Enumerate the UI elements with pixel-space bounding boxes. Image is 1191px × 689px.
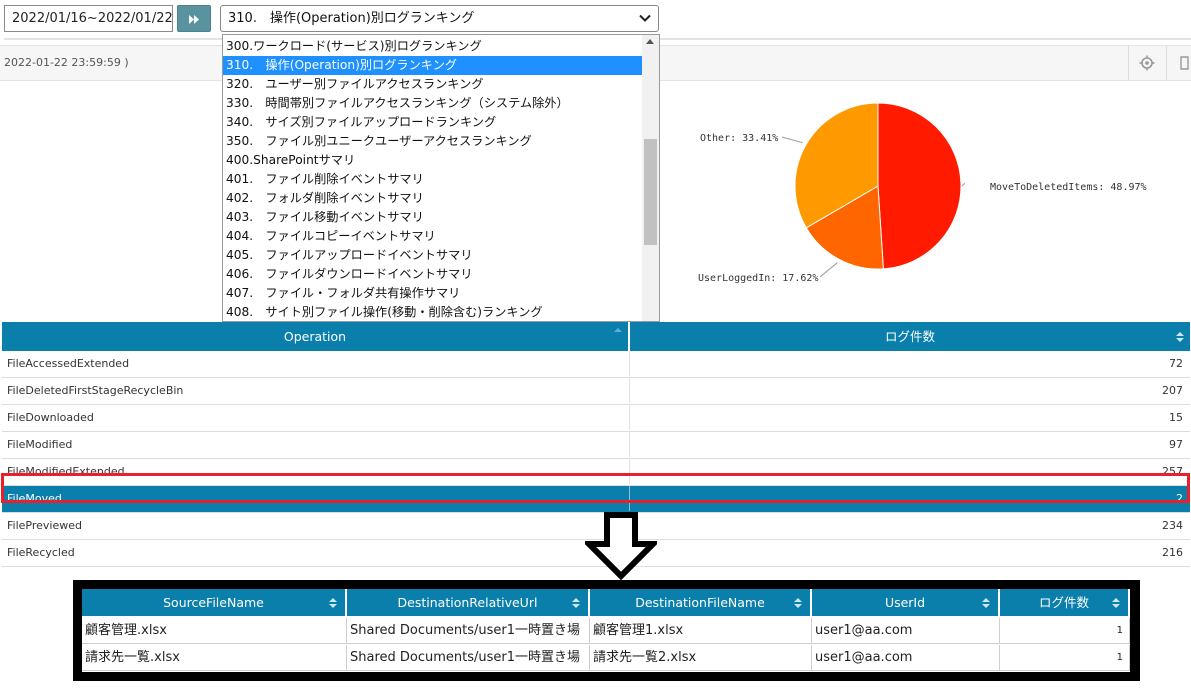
detail-col-header[interactable]: UserId [812, 589, 1000, 616]
detail-col-header-label: DestinationFileName [635, 595, 765, 610]
detail-col-header[interactable]: DestinationFileName [590, 589, 812, 616]
report-dropdown-list[interactable]: 300.ワークロード(サービス)別ログランキング 310. 操作(Operatio… [222, 34, 660, 322]
down-arrow-icon [585, 512, 657, 580]
operation-cell: FileAccessedExtended [7, 357, 130, 370]
detail-col-header-label: SourceFileName [163, 595, 264, 610]
operation-pie-chart: MoveToDeletedItems: 48.97% UserLoggedIn: … [698, 102, 1147, 284]
pie-slice-label: Other: 33.41% [700, 133, 778, 144]
table-row[interactable]: FileModified 97 [2, 432, 1190, 459]
dropdown-option[interactable]: 330. 時間帯別ファイルアクセスランキング（システム除外） [223, 94, 659, 113]
table-row[interactable]: FileDeletedFirstStageRecycleBin 207 [2, 378, 1190, 405]
detail-cell: Shared Documents/user1一時置き場 [347, 618, 590, 644]
operation-cell: FilePreviewed [7, 519, 82, 532]
col-header-operation-label: Operation [283, 329, 347, 344]
dropdown-option[interactable]: 401. ファイル削除イベントサマリ [223, 170, 659, 189]
dropdown-option[interactable]: 405. ファイルアップロードイベントサマリ [223, 246, 659, 265]
detail-cell: user1@aa.com [812, 645, 1000, 671]
sort-asc-icon[interactable] [614, 327, 622, 339]
detail-cell: 顧客管理.xlsx [82, 618, 347, 644]
pie-slice-label: UserLoggedIn: 17.62% [698, 273, 818, 284]
chevron-down-icon [639, 14, 651, 22]
operation-cell: FileModified [7, 438, 73, 451]
sort-icon[interactable] [1112, 597, 1120, 609]
col-header-count[interactable]: ログ件数 [630, 322, 1190, 351]
detail-cell: 請求先一覧.xlsx [82, 645, 347, 671]
count-cell: 97 [629, 432, 1186, 457]
date-range-input[interactable]: 2022/01/16~2022/01/22 [4, 5, 173, 32]
dropdown-option[interactable]: 320. ユーザー別ファイルアクセスランキング [223, 75, 659, 94]
detail-cell: 顧客管理1.xlsx [590, 618, 812, 644]
detail-col-header-label: DestinationRelativeUrl [397, 595, 538, 610]
gear-icon [1139, 55, 1155, 71]
detail-cell: user1@aa.com [812, 618, 1000, 644]
dropdown-option[interactable]: 407. ファイル・フォルダ共有操作サマリ [223, 284, 659, 303]
sort-icon[interactable] [329, 597, 337, 609]
table-row[interactable]: FileDownloaded 15 [2, 405, 1190, 432]
detail-col-header-label: UserId [884, 595, 926, 610]
detail-col-header[interactable]: ログ件数 [1000, 589, 1130, 616]
dropdown-scrollbar[interactable] [642, 35, 659, 321]
report-select-value: 310. 操作(Operation)別ログランキング [228, 11, 475, 26]
count-cell: 216 [629, 540, 1186, 565]
dropdown-option[interactable]: 403. ファイル移動イベントサマリ [223, 208, 659, 227]
detail-cell: Shared Documents/user1一時置き場 [347, 645, 590, 671]
fast-forward-icon [189, 15, 199, 24]
selected-row-highlight [1, 473, 1190, 503]
col-header-count-label: ログ件数 [884, 329, 935, 344]
pie-slice-label: MoveToDeletedItems: 48.97% [990, 182, 1147, 193]
document-icon [1180, 56, 1189, 70]
operation-cell: FileRecycled [7, 546, 75, 559]
dropdown-option[interactable]: 404. ファイルコピーイベントサマリ [223, 227, 659, 246]
pie-label-line [781, 136, 803, 144]
col-header-operation[interactable]: Operation [2, 322, 630, 351]
dropdown-option[interactable]: 350. ファイル別ユニークユーザーアクセスランキング [223, 132, 659, 151]
pie-slice[interactable] [877, 102, 962, 270]
count-cell: 72 [629, 351, 1186, 376]
report-select[interactable]: 310. 操作(Operation)別ログランキング [220, 5, 659, 32]
detail-table: SourceFileName DestinationRelativeUrl Dest… [82, 589, 1130, 672]
count-cell: 234 [629, 513, 1186, 538]
detail-col-header-label: ログ件数 [1038, 595, 1089, 610]
scroll-up-icon[interactable] [646, 39, 654, 44]
count-cell: 15 [629, 405, 1186, 430]
sort-icon[interactable] [794, 597, 802, 609]
table-header: Operation ログ件数 [2, 322, 1190, 351]
sort-icon[interactable] [572, 597, 580, 609]
pie-label-line [819, 262, 838, 278]
dropdown-option[interactable]: 408. サイト別ファイル操作(移動・削除含む)ランキング [223, 303, 659, 321]
dropdown-option[interactable]: 300.ワークロード(サービス)別ログランキング [223, 37, 659, 56]
dropdown-option[interactable]: 400.SharePointサマリ [223, 151, 659, 170]
operation-cell: FileDownloaded [7, 411, 94, 424]
period-timestamp: 2022-01-22 23:59:59 ) [4, 56, 129, 69]
detail-col-header[interactable]: DestinationRelativeUrl [347, 589, 590, 616]
detail-cell: 1 [1000, 645, 1130, 671]
operation-cell: FileDeletedFirstStageRecycleBin [7, 384, 184, 397]
settings-button[interactable] [1128, 46, 1165, 80]
scrollbar-thumb[interactable] [644, 139, 657, 245]
table-row[interactable]: FileAccessedExtended 72 [2, 351, 1190, 378]
detail-table-frame: SourceFileName DestinationRelativeUrl Dest… [73, 580, 1140, 681]
count-cell: 207 [629, 378, 1186, 403]
detail-cell: 1 [1000, 618, 1130, 644]
pie-label-line [961, 182, 966, 187]
dropdown-option[interactable]: 402. フォルダ削除イベントサマリ [223, 189, 659, 208]
export-button[interactable] [1166, 46, 1191, 80]
dropdown-option[interactable]: 310. 操作(Operation)別ログランキング [223, 56, 659, 75]
dropdown-option[interactable]: 340. サイズ別ファイルアップロードランキング [223, 113, 659, 132]
detail-col-header[interactable]: SourceFileName [82, 589, 347, 616]
dropdown-option[interactable]: 406. ファイルダウンロードイベントサマリ [223, 265, 659, 284]
run-button[interactable] [177, 5, 211, 32]
detail-cell: 請求先一覧2.xlsx [590, 645, 812, 671]
sort-icon[interactable] [1176, 331, 1184, 343]
sort-icon[interactable] [982, 597, 990, 609]
